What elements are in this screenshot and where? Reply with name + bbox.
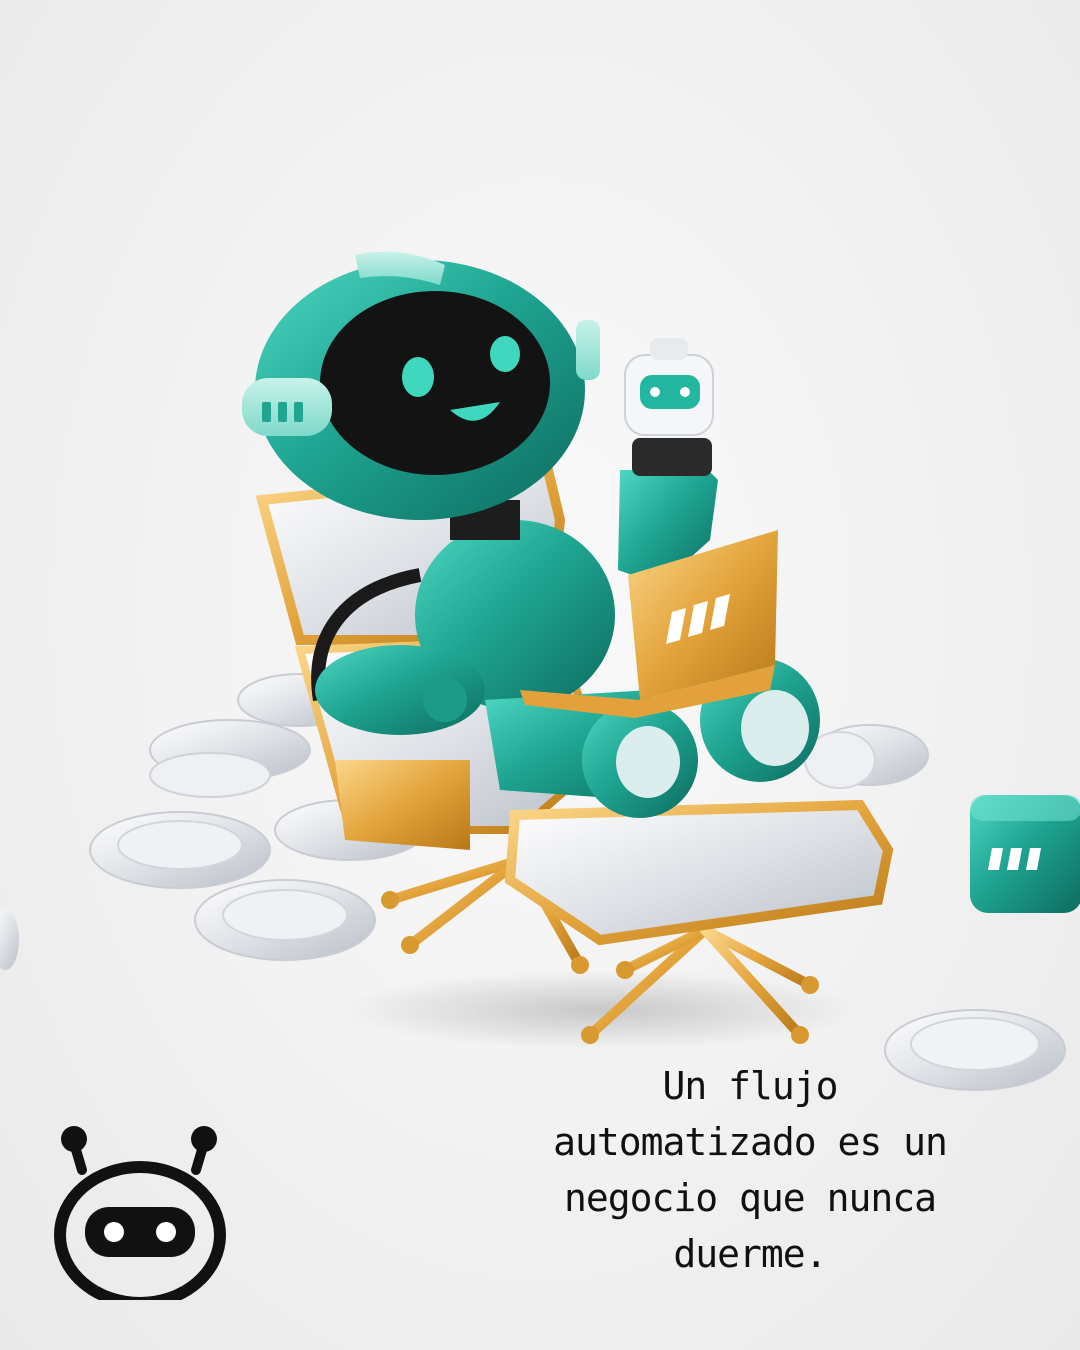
robot-head-logo: [54, 1126, 226, 1300]
mini-robot-figurine: [624, 338, 714, 436]
caption-line: automatizado es un: [553, 1120, 948, 1164]
caption-line: duerme.: [673, 1232, 827, 1276]
caption-line: negocio que nunca: [564, 1176, 937, 1220]
caption-line: Un flujo: [662, 1064, 838, 1108]
brand-cube: [970, 795, 1080, 913]
caption-text: Un flujo automatizado es un negocio que …: [500, 1058, 1000, 1282]
